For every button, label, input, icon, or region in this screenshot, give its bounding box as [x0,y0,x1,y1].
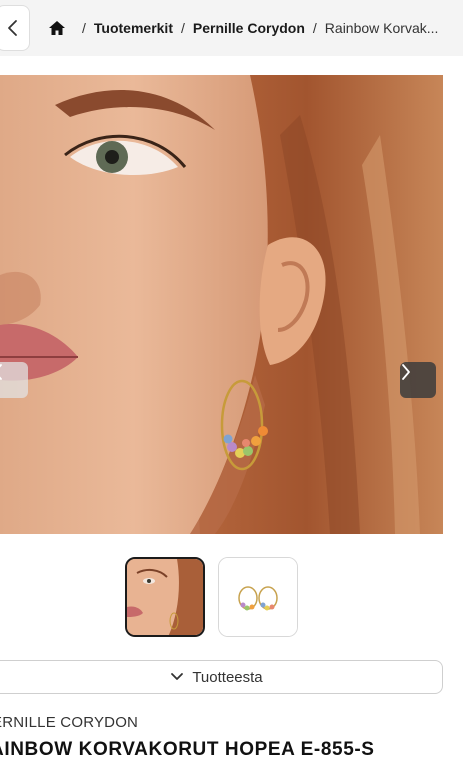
thumbnail-model[interactable] [125,557,205,637]
accordion-label: Tuotteesta [192,668,263,686]
product-info-accordion[interactable]: Tuotteesta [0,660,443,694]
top-bar: / Tuotemerkit / Pernille Corydon / Rainb… [0,0,463,56]
chevron-right-icon [402,364,410,380]
chevron-down-icon [171,673,184,680]
home-icon [49,21,65,35]
thumbnail-product[interactable] [218,557,298,637]
breadcrumb-item-tuotemerkit[interactable]: Tuotemerkit [94,20,173,36]
product-title: AINBOW KORVAKORUT HOPEA E-855-S [0,739,375,760]
breadcrumb-current: Rainbow Korvak... [324,20,439,36]
product-image-gallery[interactable] [0,75,443,534]
product-brand[interactable]: ERNILLE CORYDON [0,714,138,731]
gallery-next-button[interactable] [400,362,436,398]
breadcrumb-home[interactable] [48,20,66,36]
thumbnail-image [219,558,297,636]
breadcrumb-separator: / [82,20,86,36]
thumbnail-image [127,559,203,635]
gallery-prev-button[interactable] [0,362,28,398]
chevron-left-icon [0,364,2,380]
breadcrumb-item-brand[interactable]: Pernille Corydon [193,20,305,36]
breadcrumb: / Tuotemerkit / Pernille Corydon / Rainb… [48,0,463,56]
breadcrumb-separator: / [180,20,185,36]
back-button[interactable] [0,5,30,51]
product-photo [0,75,443,534]
breadcrumb-separator: / [312,20,317,36]
chevron-left-icon [8,20,17,36]
